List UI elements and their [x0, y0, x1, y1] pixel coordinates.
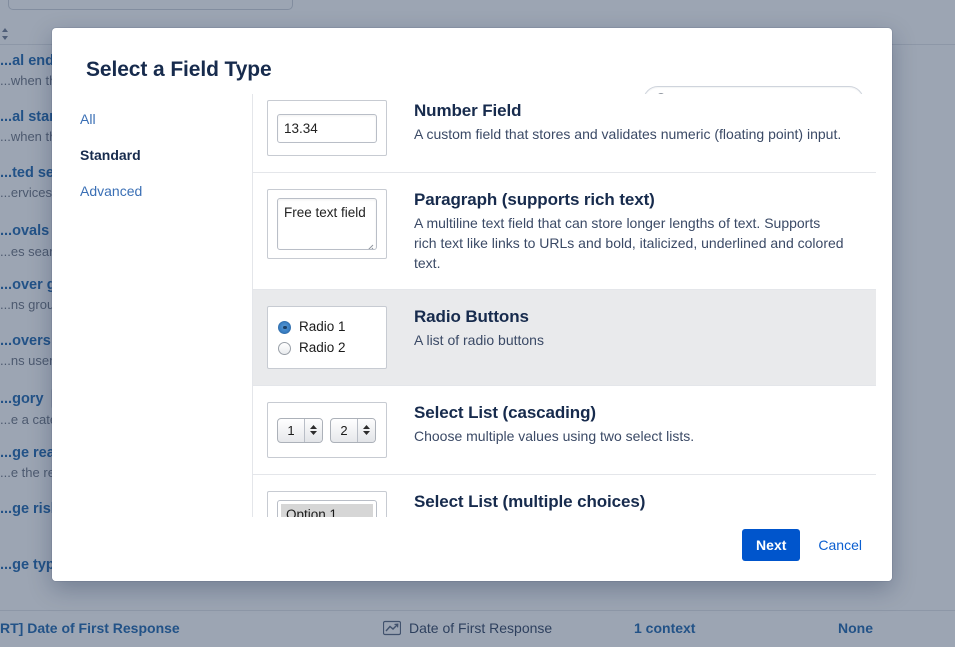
radio-label: Radio 1	[299, 317, 346, 337]
paragraph-preview-textarea[interactable]: Free text field	[277, 198, 377, 250]
preview-multi-select: Option 1	[267, 491, 387, 517]
paragraph-preview-text: Free text field	[284, 205, 366, 220]
list-item[interactable]: Option 1 Select List (multiple choices)	[253, 475, 876, 517]
option-title: Select List (multiple choices)	[414, 491, 854, 513]
radio-option[interactable]: Radio 2	[278, 338, 376, 358]
preview-paragraph-field: Free text field	[267, 189, 387, 259]
option-description: A custom field that stores and validates…	[414, 124, 844, 144]
next-button[interactable]: Next	[742, 529, 800, 561]
dialog-header: Select a Field Type	[52, 28, 892, 94]
radio-option[interactable]: Radio 1	[278, 317, 376, 337]
number-preview-input[interactable]	[277, 114, 377, 143]
screen: ...al end ...when the c ...al start ...w…	[0, 0, 955, 647]
option-title: Number Field	[414, 100, 854, 122]
sidebar-item-advanced[interactable]: Advanced	[80, 176, 252, 206]
page-title: Select a Field Type	[86, 58, 272, 82]
stepper-value: 2	[331, 419, 357, 442]
option-description: A multiline text field that can store lo…	[414, 213, 844, 273]
radio-unselected-icon[interactable]	[278, 342, 291, 355]
select-stepper-two[interactable]: 2	[330, 418, 376, 443]
dialog-body: All Standard Advanced	[52, 94, 892, 517]
option-title: Paragraph (supports rich text)	[414, 189, 854, 211]
list-item-selected[interactable]: Radio 1 Radio 2 Radio Buttons A list of …	[253, 290, 876, 386]
select-field-type-dialog: Select a Field Type All Standard Advance…	[52, 28, 892, 581]
chevron-updown-icon[interactable]	[304, 419, 322, 442]
multiselect-preview[interactable]: Option 1	[277, 500, 377, 517]
sidebar-item-standard[interactable]: Standard	[80, 140, 252, 170]
radio-selected-icon[interactable]	[278, 321, 291, 334]
radio-label: Radio 2	[299, 338, 346, 358]
field-type-list[interactable]: Number Field A custom field that stores …	[252, 94, 876, 517]
field-type-list-scroll[interactable]: Number Field A custom field that stores …	[253, 94, 876, 517]
preview-radio-buttons: Radio 1 Radio 2	[267, 306, 387, 369]
option-title: Select List (cascading)	[414, 402, 854, 424]
preview-cascading-select: 1 2	[267, 402, 387, 458]
resize-handle-icon[interactable]	[364, 238, 374, 248]
option-description: A list of radio buttons	[414, 330, 844, 350]
category-nav: All Standard Advanced	[52, 94, 252, 517]
option-description: Choose multiple values using two select …	[414, 426, 844, 446]
list-item[interactable]: Free text field Paragraph (supports rich…	[253, 173, 876, 290]
list-item[interactable]: Number Field A custom field that stores …	[253, 94, 876, 173]
list-item[interactable]: 1 2	[253, 386, 876, 475]
option-title: Radio Buttons	[414, 306, 854, 328]
multiselect-option[interactable]: Option 1	[281, 504, 373, 517]
cancel-button[interactable]: Cancel	[816, 529, 864, 561]
chevron-updown-icon[interactable]	[357, 419, 375, 442]
sidebar-item-all[interactable]: All	[80, 104, 252, 134]
dialog-footer: Next Cancel	[52, 517, 892, 581]
stepper-value: 1	[278, 419, 304, 442]
preview-number-field	[267, 100, 387, 156]
select-stepper-one[interactable]: 1	[277, 418, 323, 443]
